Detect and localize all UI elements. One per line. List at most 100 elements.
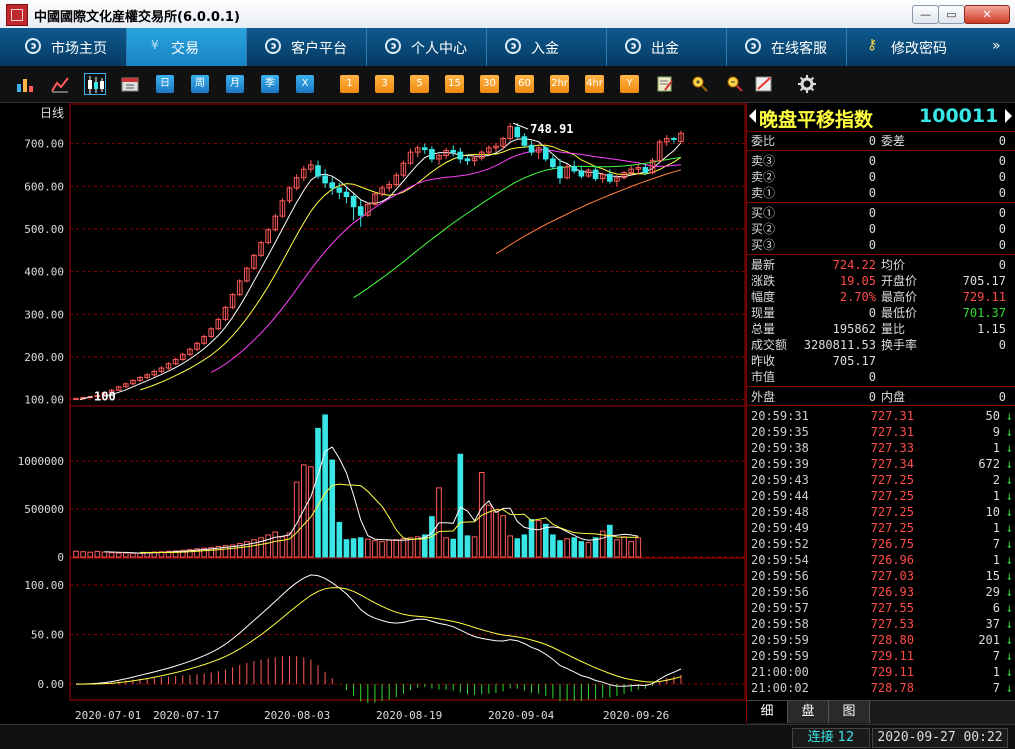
- tick-time: 21:00:02: [751, 681, 809, 695]
- prev-index-icon[interactable]: [749, 109, 756, 123]
- candle-body: [343, 191, 350, 198]
- maximize-button[interactable]: ▭: [938, 5, 965, 24]
- next-index-icon[interactable]: [1005, 109, 1012, 123]
- zoom-in-icon[interactable]: [691, 75, 709, 93]
- outer-inner-row-d: 0: [998, 390, 1006, 404]
- refresh-circle-icon: [625, 38, 641, 54]
- volume-axis-label: 0: [57, 551, 64, 564]
- nav-market-home[interactable]: 市场主页: [7, 28, 127, 66]
- tick-row: 20:59:59 728.80 201 ↓: [747, 632, 1015, 648]
- nav-client-platform[interactable]: 客户平台: [247, 28, 367, 66]
- sell-row-b: 0: [868, 170, 876, 184]
- detail-row: 涨跌 19.05 开盘价 705.17: [747, 273, 1015, 289]
- tick-vol: 1: [992, 521, 1000, 535]
- hour-4-button[interactable]: 4hr: [585, 75, 604, 93]
- tick-vol: 2: [992, 473, 1000, 487]
- zoom-out-icon[interactable]: [726, 75, 744, 93]
- period-month-button[interactable]: 月: [226, 75, 244, 93]
- tab-chart[interactable]: 图: [829, 701, 870, 723]
- min-15-button[interactable]: 15: [445, 75, 464, 93]
- volume-bar: [115, 552, 122, 558]
- down-arrow-icon: ↓: [1005, 585, 1013, 599]
- candle-body: [671, 137, 677, 140]
- sell-row: 卖① 0 0: [747, 185, 1015, 201]
- headset-icon: [745, 38, 761, 54]
- min-30-button[interactable]: 30: [480, 75, 499, 93]
- min-3-button[interactable]: 3: [375, 75, 394, 93]
- candle-body: [315, 165, 321, 177]
- chart-canvas[interactable]: 日线 700.00 600.00 500.00 400.00 300.00 200.00 10…: [0, 103, 746, 723]
- bar-chart-icon[interactable]: [16, 75, 34, 93]
- tick-row: 20:59:49 727.25 1 ↓: [747, 520, 1015, 536]
- detail-row-b: 724.22: [832, 258, 876, 272]
- draw-line-icon[interactable]: [755, 75, 773, 93]
- detail-row-d: 705.17: [962, 274, 1006, 288]
- volume-bar: [592, 537, 599, 558]
- volume-bar: [628, 541, 634, 558]
- nav-withdraw[interactable]: 出金: [607, 28, 727, 66]
- min-1-button[interactable]: 1: [340, 75, 359, 93]
- sell-row-d: 0: [998, 170, 1006, 184]
- volume-bar: [464, 535, 471, 558]
- volume-bar: [108, 552, 115, 558]
- volume-bar: [343, 539, 350, 558]
- close-button[interactable]: ✕: [964, 5, 1010, 24]
- tick-row: 20:59:48 727.25 10 ↓: [747, 504, 1015, 520]
- tick-vol: 37: [985, 617, 1000, 631]
- max-price-annotation: 748.91: [530, 122, 573, 136]
- outer-inner-row-c: 内盘: [881, 390, 906, 404]
- tab-detail[interactable]: 细: [747, 701, 788, 723]
- detail-row-c: 量比: [881, 322, 906, 336]
- tick-price: 727.34: [870, 457, 914, 471]
- tab-book[interactable]: 盘: [788, 701, 829, 723]
- min-60-button[interactable]: 60: [515, 75, 534, 93]
- down-arrow-icon: ↓: [1005, 649, 1013, 663]
- period-day-button[interactable]: 日: [156, 75, 174, 93]
- buy-row-d: 0: [998, 222, 1006, 236]
- price-axis-label: 300.00: [24, 308, 64, 321]
- nav-trade[interactable]: 交易 ¥: [127, 28, 247, 66]
- tick-price: 727.25: [870, 505, 914, 519]
- date-axis-label: 2020-08-19: [376, 709, 442, 722]
- calendar-icon[interactable]: [121, 75, 139, 93]
- tick-vol: 201: [978, 633, 1000, 647]
- candle-body: [457, 151, 464, 160]
- detail-row: 成交额 3280811.53 换手率 0: [747, 337, 1015, 353]
- hour-2-button[interactable]: 2hr: [550, 75, 569, 93]
- nav-change-password[interactable]: ⚷ 修改密码: [847, 28, 987, 66]
- edit-note-icon[interactable]: [656, 75, 674, 93]
- nav-personal-center[interactable]: 个人中心: [367, 28, 487, 66]
- nav-deposit[interactable]: 入金: [487, 28, 607, 66]
- year-button[interactable]: Y: [620, 75, 639, 93]
- detail-row: 总量 195862 量比 1.15: [747, 321, 1015, 337]
- period-week-button[interactable]: 周: [191, 75, 209, 93]
- down-arrow-icon: ↓: [1005, 681, 1013, 695]
- chart-area[interactable]: 日线 700.00 600.00 500.00 400.00 300.00 200.00 10…: [0, 103, 746, 723]
- volume-ma-line: [104, 446, 639, 554]
- line-chart-icon[interactable]: [51, 75, 69, 93]
- minimize-button[interactable]: —: [912, 5, 939, 24]
- volume-bar: [578, 541, 585, 558]
- volume-bar: [386, 539, 392, 558]
- min-5-button[interactable]: 5: [410, 75, 429, 93]
- tick-price: 727.53: [870, 617, 914, 631]
- period-quarter-button[interactable]: 季: [261, 75, 279, 93]
- order-ratio-row-c: 委差: [881, 134, 906, 148]
- index-name: 晚盘平移指数: [759, 109, 874, 131]
- volume-bar: [130, 552, 136, 558]
- tick-price: 728.80: [870, 633, 914, 647]
- nav-online-service[interactable]: 在线客服: [727, 28, 847, 66]
- volume-bar: [557, 540, 563, 558]
- tick-price: 726.96: [870, 553, 914, 567]
- sell-row-a: 卖③: [751, 154, 776, 168]
- tick-row: 20:59:57 727.55 6 ↓: [747, 600, 1015, 616]
- period-x-button[interactable]: X: [296, 75, 314, 93]
- order-ratio-row-b: 0: [868, 134, 876, 148]
- detail-row-a: 成交额: [751, 338, 788, 352]
- candle-body: [550, 158, 556, 168]
- key-icon: ⚷: [867, 37, 878, 53]
- candlestick-chart-icon[interactable]: [84, 73, 106, 95]
- settings-gear-icon[interactable]: [798, 75, 816, 93]
- panel-separator: [747, 386, 1015, 387]
- nav-more-button[interactable]: »: [992, 38, 1001, 54]
